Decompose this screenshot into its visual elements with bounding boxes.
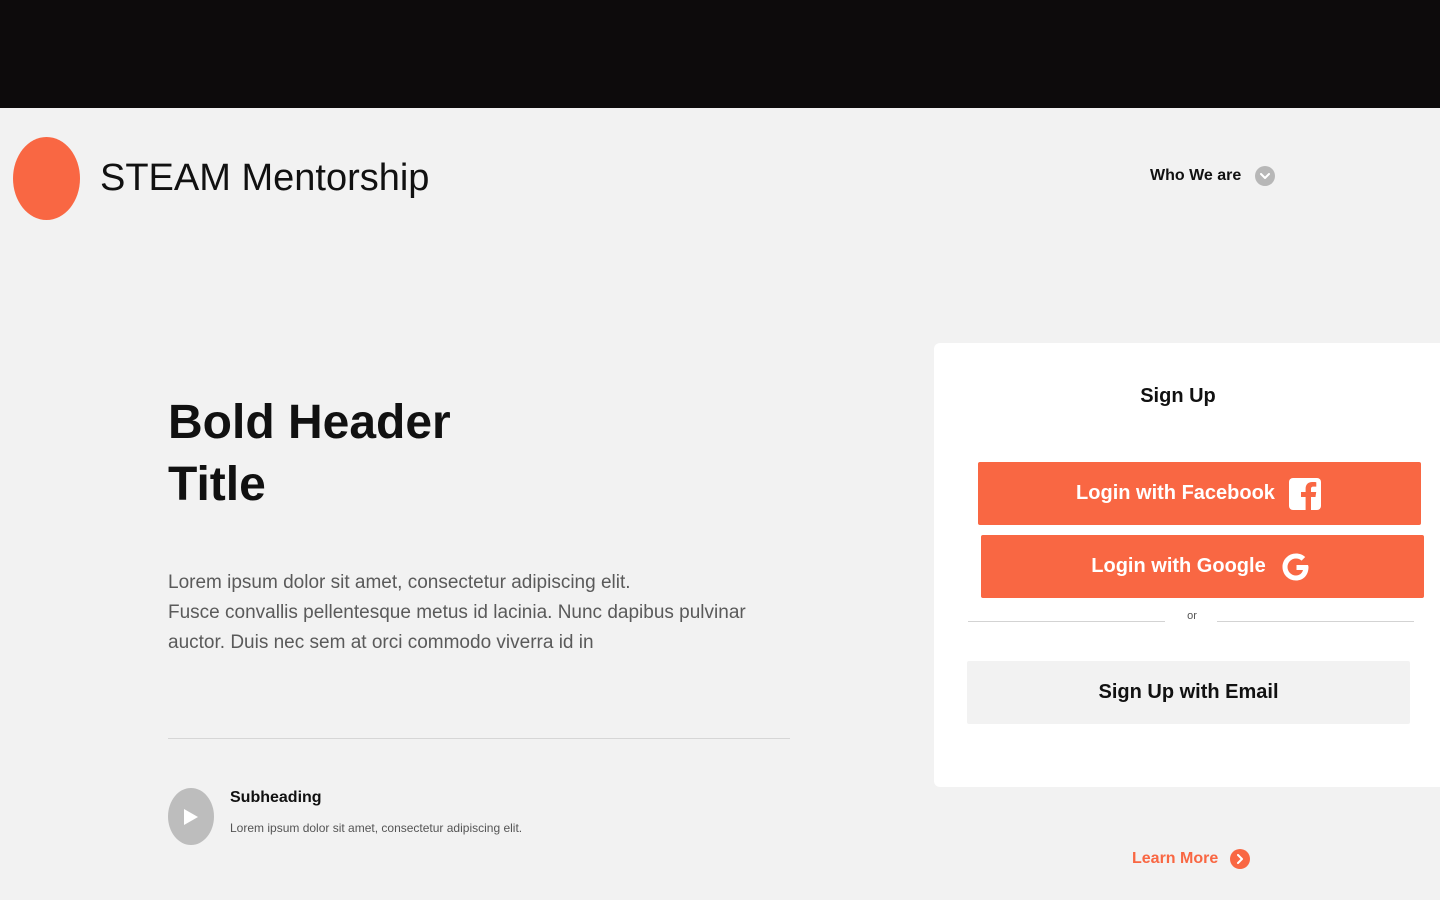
- login-google-button[interactable]: Login with Google: [981, 535, 1424, 598]
- google-icon: [1278, 549, 1314, 585]
- feature-subheading: Subheading: [230, 789, 322, 806]
- hero-body-line-3: auctor. Duis nec sem at orci commodo viv…: [168, 632, 594, 653]
- hero-body-line-2: Fusce convallis pellentesque metus id la…: [168, 602, 746, 623]
- hero-body-line-1: Lorem ipsum dolor sit amet, consectetur …: [168, 572, 631, 593]
- login-facebook-label: Login with Facebook: [1076, 482, 1275, 504]
- hero-title: Bold Header Title: [168, 392, 568, 516]
- hero-title-line-2: Title: [168, 458, 266, 511]
- login-facebook-button[interactable]: Login with Facebook: [978, 462, 1421, 525]
- top-bar: [0, 0, 1440, 108]
- play-button[interactable]: [168, 788, 214, 845]
- play-icon: [184, 808, 198, 825]
- facebook-icon: [1287, 476, 1323, 512]
- chevron-down-icon[interactable]: [1255, 166, 1276, 186]
- hero-body: Lorem ipsum dolor sit amet, consectetur …: [168, 568, 788, 658]
- learn-more-link[interactable]: Learn More: [1132, 849, 1251, 869]
- signup-title: Sign Up: [1140, 385, 1216, 407]
- learn-more-label: Learn More: [1132, 850, 1219, 867]
- nav-who-we-are[interactable]: Who We are: [1150, 166, 1276, 186]
- chevron-right-icon: [1230, 849, 1251, 869]
- hero-divider: [168, 738, 790, 739]
- nav-who-we-are-label: Who We are: [1150, 167, 1242, 184]
- divider-left: [968, 621, 1165, 622]
- hero-title-line-1: Bold Header: [168, 396, 451, 449]
- login-google-label: Login with Google: [1091, 555, 1266, 577]
- or-separator: or: [1187, 610, 1197, 622]
- signup-email-button[interactable]: Sign Up with Email: [967, 661, 1410, 724]
- divider-right: [1217, 621, 1414, 622]
- brand-name[interactable]: STEAM Mentorship: [100, 155, 429, 201]
- feature-text: Lorem ipsum dolor sit amet, consectetur …: [230, 821, 523, 835]
- logo[interactable]: [13, 137, 80, 220]
